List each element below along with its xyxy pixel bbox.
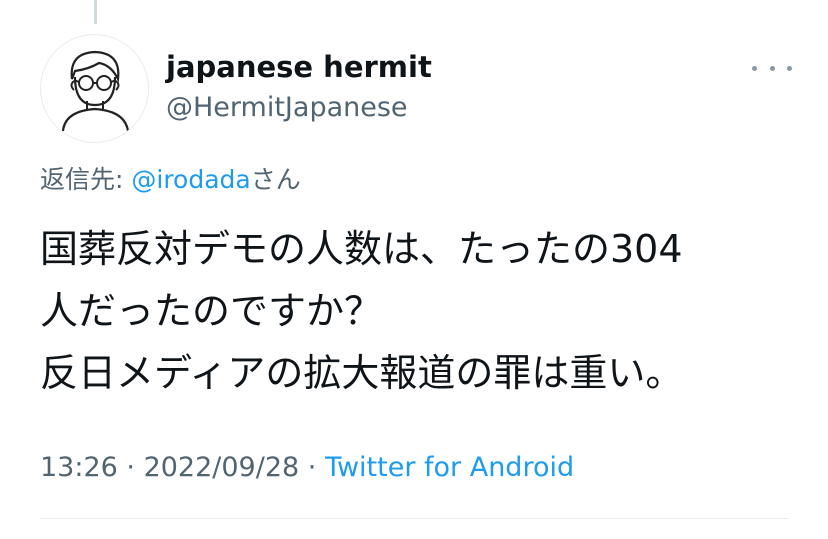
more-dot	[787, 65, 792, 71]
tweet-time[interactable]: 13:26	[40, 452, 118, 483]
reply-suffix: さん	[250, 165, 301, 194]
more-dot	[769, 65, 775, 71]
author-display-name[interactable]: japanese hermit	[166, 50, 432, 84]
tweet-text-line: 国葬反対デモの人数は、たったの304	[40, 227, 683, 271]
tweet-source-link[interactable]: Twitter for Android	[325, 452, 574, 483]
tweet-text-line: 人だったのですか？	[40, 289, 383, 333]
reply-mention-link[interactable]: @irodada	[131, 165, 250, 194]
more-dot	[752, 65, 757, 71]
tweet-metadata: 13:26 · 2022/09/28 · Twitter for Android	[40, 452, 574, 483]
reply-prefix: 返信先:	[40, 165, 132, 194]
divider	[40, 518, 788, 519]
author-handle[interactable]: @HermitJapanese	[166, 92, 408, 123]
tweet-date[interactable]: 2022/09/28	[144, 452, 300, 483]
meta-separator: ·	[117, 452, 144, 483]
avatar[interactable]	[40, 34, 149, 143]
meta-separator: ·	[299, 452, 325, 483]
person-with-glasses-icon	[61, 50, 130, 132]
replying-to: 返信先: @irodadaさん	[40, 160, 301, 196]
more-options-icon[interactable]	[752, 58, 792, 78]
thread-connector-line	[94, 0, 97, 24]
tweet-text-line: 反日メディアの拡大報道の罪は重い。	[40, 351, 684, 395]
tweet-text: 国葬反対デモの人数は、たったの304 人だったのですか？ 反日メディアの拡大報道…	[40, 218, 810, 404]
